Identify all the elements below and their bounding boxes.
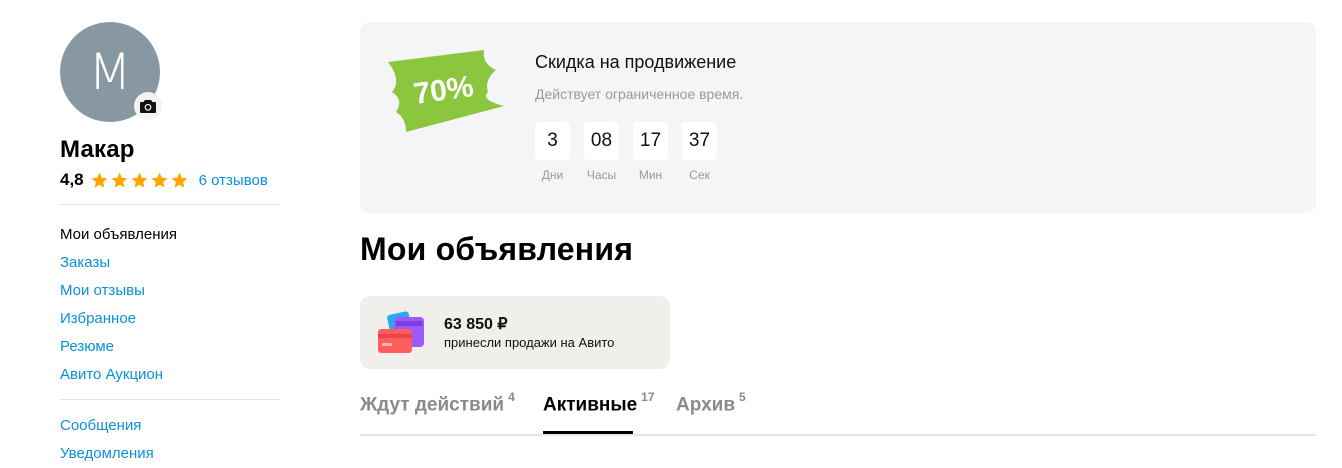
tab-label: Ждут действий [360,394,505,416]
sales-summary-card[interactable]: 63 850 ₽ принесли продажи на Авито [360,296,670,369]
sidebar-item-auction[interactable]: Авито Аукцион [60,361,280,389]
sidebar-item-resume[interactable]: Резюме [60,333,280,361]
profile-name: Макар [60,136,135,163]
timer-seconds: 37 Сек [682,122,717,182]
sidebar-item-messages[interactable]: Сообщения [60,412,280,440]
sidebar-item-my-reviews[interactable]: Мои отзывы [60,277,280,305]
avatar-letter: M [88,43,132,101]
tab-active-underline [543,431,633,434]
star-icon [131,172,148,188]
timer-label: Часы [586,168,617,182]
promo-title: Скидка на продвижение [535,52,737,72]
divider [60,399,280,400]
tab-count: 4 [508,390,515,404]
tab-awaiting-action[interactable]: Ждут действий 4 [360,390,515,416]
avatar[interactable]: M [60,22,162,122]
wallet-icon [378,311,424,353]
tab-active[interactable]: Активные 17 [543,390,655,434]
camera-icon [140,100,156,113]
timer-hours: 08 Часы [584,122,619,182]
ads-tabs: Ждут действий 4 Активные 17 Архив 5 [360,390,1316,436]
rating-stars [90,171,189,190]
timer-value: 37 [682,122,717,160]
timer-label: Дни [541,168,564,182]
reviews-link[interactable]: 6 отзывов [199,172,268,189]
sidebar-item-notifications[interactable]: Уведомления [60,440,280,468]
timer-label: Мин [638,168,663,182]
timer-label: Сек [689,168,710,182]
discount-badge: 70% [384,48,508,143]
sidebar-item-favorites[interactable]: Избранное [60,305,280,333]
sidebar-nav-secondary: Сообщения Уведомления [60,412,280,468]
timer-value: 17 [633,122,668,160]
change-photo-button[interactable] [134,92,162,120]
timer-value: 08 [584,122,619,160]
page-title: Мои объявления [360,231,634,267]
sidebar-item-orders[interactable]: Заказы [60,249,280,277]
promo-subtitle: Действует ограниченное время. [535,86,744,102]
timer-minutes: 17 Мин [633,122,668,182]
sidebar-item-my-ads[interactable]: Мои объявления [60,221,280,249]
tab-count: 5 [739,390,746,404]
discount-ticket-icon: 70% [388,50,504,132]
star-icon [111,172,128,188]
star-icon [91,172,108,188]
sales-amount: 63 850 ₽ [444,316,508,333]
profile-sidebar: M Макар 4,8 6 отзывов Мои объявления Зак… [60,22,280,468]
rating-value: 4,8 [60,170,84,189]
divider [60,204,280,205]
tab-label: Активные [543,394,638,416]
sidebar-nav: Мои объявления Заказы Мои отзывы Избранн… [60,221,280,389]
timer-value: 3 [535,122,570,160]
tab-count: 17 [641,390,655,404]
countdown-timer: 3 Дни 08 Часы 17 Мин 37 Сек [535,122,717,182]
sales-description: принесли продажи на Авито [444,335,615,350]
promo-banner[interactable]: 70% Скидка на продвижение Действует огра… [360,22,1316,213]
tab-label: Архив [676,394,736,416]
tab-archive[interactable]: Архив 5 [676,390,746,416]
rating-row: 4,8 6 отзывов [60,170,280,190]
star-icon [171,172,188,188]
star-icon [151,172,168,188]
timer-days: 3 Дни [535,122,570,182]
